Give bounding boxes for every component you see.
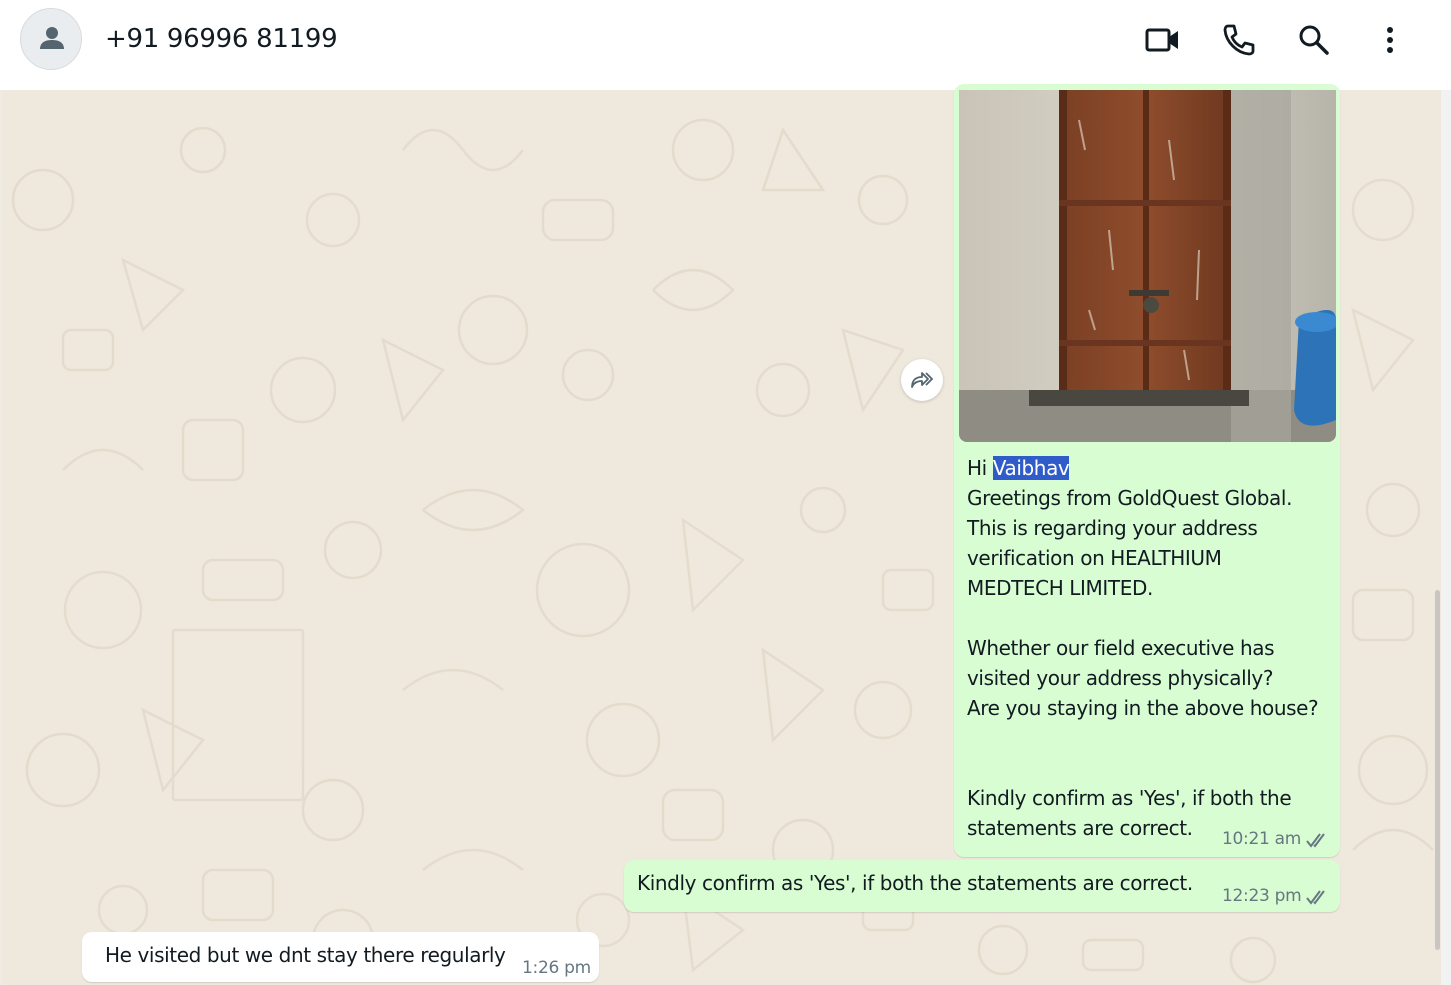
greeting-text: Hi bbox=[967, 456, 993, 480]
person-icon bbox=[40, 27, 64, 49]
menu-icon bbox=[1387, 27, 1393, 53]
read-ticks-icon bbox=[1306, 833, 1325, 848]
message-line: statements are correct. bbox=[967, 816, 1193, 840]
message-image[interactable] bbox=[959, 90, 1336, 442]
message-text: He visited but we dnt stay there regular… bbox=[105, 943, 506, 967]
message-line: verification on HEALTHIUM bbox=[967, 546, 1222, 570]
message-greeting-line: Hi Vaibhav bbox=[967, 453, 1070, 483]
message-line: MEDTECH LIMITED. bbox=[967, 576, 1153, 600]
read-ticks-icon bbox=[1306, 890, 1325, 905]
forward-icon bbox=[911, 372, 933, 388]
search-icon bbox=[1299, 25, 1329, 55]
chat-header: +91 96996 81199 bbox=[0, 0, 1451, 90]
forward-button[interactable] bbox=[901, 359, 943, 401]
chat-scrollbar-track bbox=[1441, 90, 1451, 985]
contact-name[interactable]: +91 96996 81199 bbox=[105, 24, 338, 54]
message-line: Whether our field executive has bbox=[967, 636, 1275, 660]
menu-button[interactable] bbox=[1370, 20, 1410, 60]
highlighted-name: Vaibhav bbox=[992, 456, 1070, 480]
message-time: 10:21 am bbox=[1222, 829, 1301, 849]
message-line: visited your address physically? bbox=[967, 666, 1274, 690]
message-line: Greetings from GoldQuest Global. bbox=[967, 486, 1293, 510]
search-button[interactable] bbox=[1294, 20, 1334, 60]
video-call-icon bbox=[1145, 28, 1178, 52]
voice-call-button[interactable] bbox=[1219, 20, 1259, 60]
message-line: Kindly confirm as 'Yes', if both the bbox=[967, 786, 1292, 810]
message-time: 12:23 pm bbox=[1222, 886, 1302, 906]
door-photo bbox=[959, 90, 1336, 442]
message-line: Are you staying in the above house? bbox=[967, 696, 1319, 720]
message-time: 1:26 pm bbox=[522, 958, 591, 978]
voice-call-icon bbox=[1223, 24, 1255, 56]
video-call-button[interactable] bbox=[1143, 20, 1183, 60]
message-text: Kindly confirm as 'Yes', if both the sta… bbox=[637, 871, 1193, 895]
contact-avatar[interactable] bbox=[20, 8, 82, 70]
chat-scrollbar-thumb[interactable] bbox=[1435, 590, 1440, 950]
message-line: This is regarding your address bbox=[967, 516, 1258, 540]
